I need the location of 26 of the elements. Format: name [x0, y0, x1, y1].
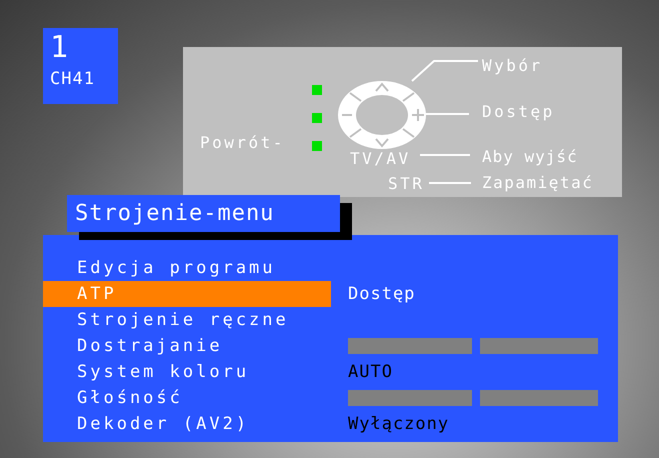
menu-item[interactable]: Strojenie ręczne	[43, 307, 331, 333]
indicator-icon	[312, 85, 322, 95]
channel-number: 1	[50, 30, 68, 66]
menu-value: Dostęp	[348, 284, 416, 304]
help-label: Powrót-	[200, 133, 285, 153]
menu-item[interactable]: Edycja programu	[43, 255, 331, 281]
menu-item[interactable]: Dekoder (AV2)	[43, 411, 331, 437]
help-label: Wybór	[482, 56, 543, 76]
help-label: Dostęp	[482, 102, 555, 122]
menu-title: Strojenie-menu	[67, 195, 340, 232]
key-label: STR	[388, 174, 424, 194]
menu-item[interactable]: Dostrajanie	[43, 333, 331, 359]
key-label: TV/AV	[350, 149, 411, 169]
menu-value: AUTO	[348, 362, 393, 382]
leader-line	[424, 113, 469, 115]
menu-item[interactable]: System koloru	[43, 359, 331, 385]
help-label: Zapamiętać	[482, 173, 594, 193]
indicator-icon	[312, 141, 322, 151]
menu-value: Wyłączony	[348, 414, 450, 434]
leader-line	[429, 182, 471, 184]
channel-name: CH41	[50, 68, 95, 91]
help-label: Aby wyjść	[482, 147, 578, 167]
menu-item[interactable]: Głośność	[43, 385, 331, 411]
leader-line	[420, 154, 470, 156]
leader-line	[410, 59, 478, 83]
indicator-icon	[312, 113, 322, 123]
